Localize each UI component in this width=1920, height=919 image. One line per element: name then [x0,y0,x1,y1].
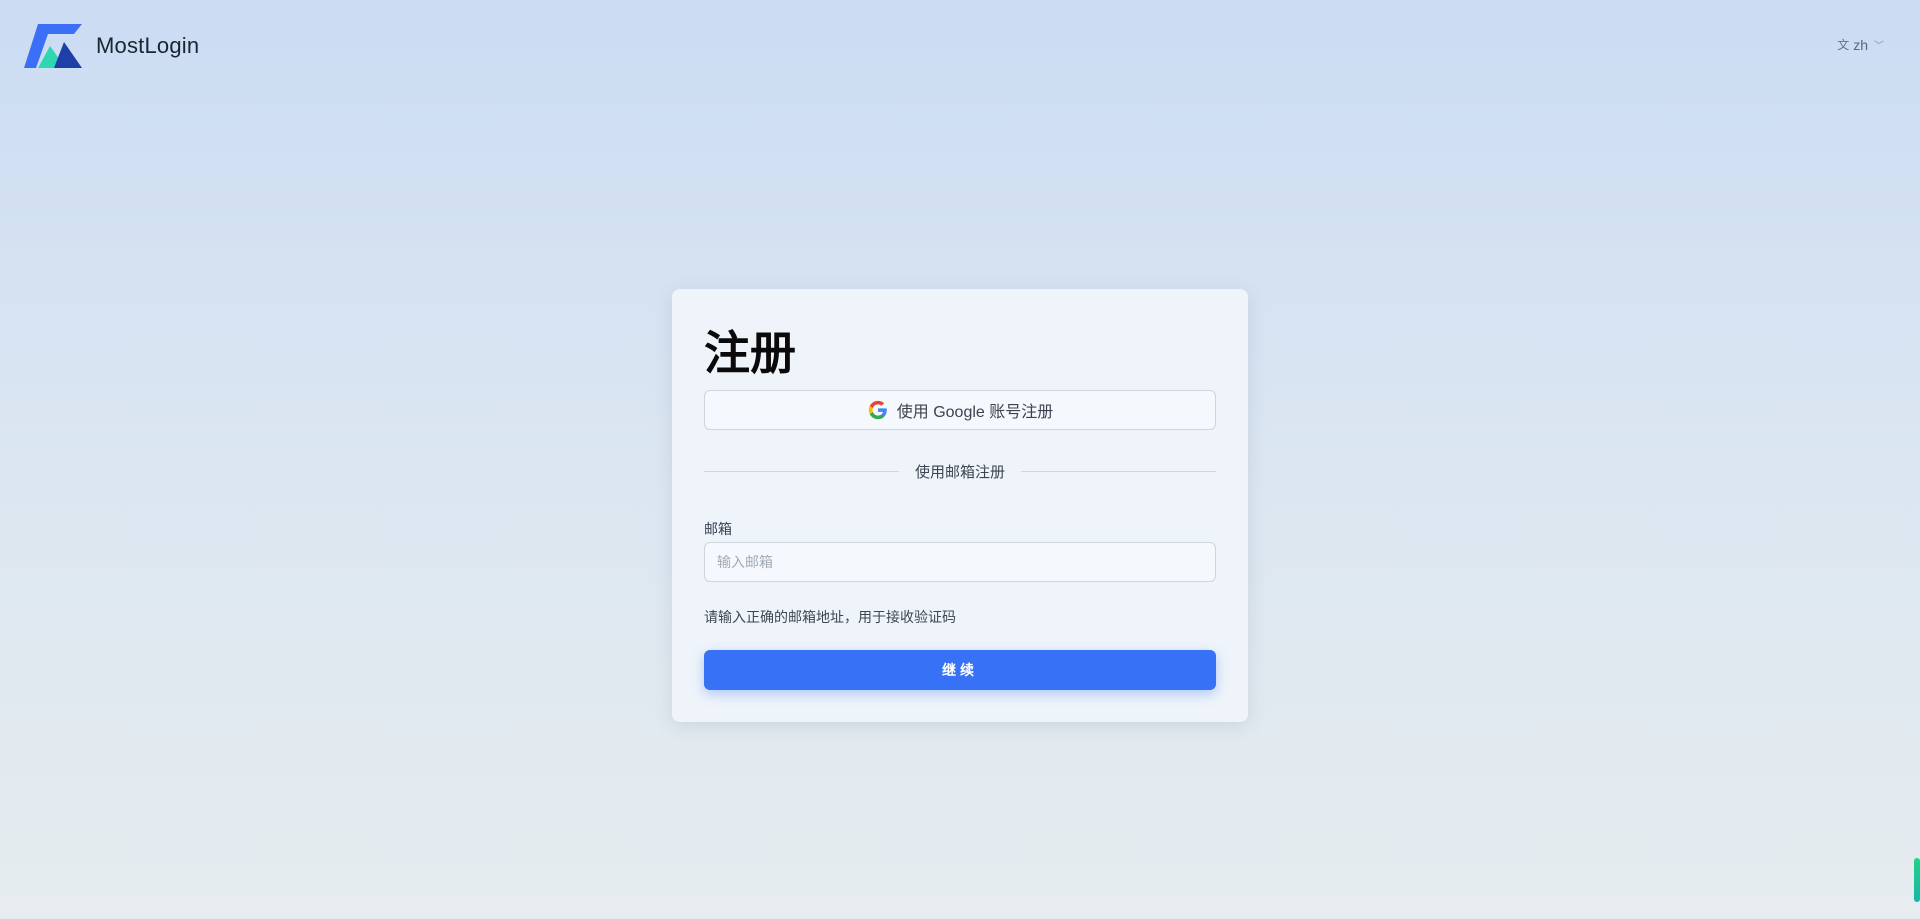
google-signup-button[interactable]: 使用 Google 账号注册 [704,390,1216,430]
divider-line-left [704,470,899,472]
email-input[interactable] [704,542,1216,582]
divider-label: 使用邮箱注册 [915,463,1006,481]
top-header: MostLogin 文 zh ﹀ [0,0,1920,96]
google-icon [868,400,887,420]
google-signup-label: 使用 Google 账号注册 [896,404,1054,421]
email-label: 邮箱 [704,521,732,537]
brand-name: MostLogin [96,33,200,58]
translate-icon: 文 [1837,38,1850,52]
email-hint: 请输入正确的邮箱地址，用于接收验证码 [704,609,956,625]
language-selector[interactable]: 文 zh ﹀ [1837,36,1884,53]
signup-card: 注册 使用 Google 账号注册 使用邮箱注册 邮箱 请输入正确的邮箱地址，用… [672,289,1248,722]
continue-button[interactable]: 继续 [704,650,1216,690]
email-divider: 使用邮箱注册 [704,461,1217,481]
mostlogin-logo-icon [24,24,82,68]
page-title: 注册 [704,326,796,380]
chevron-down-icon: ﹀ [1874,41,1884,52]
brand-logo[interactable]: MostLogin [24,24,199,68]
scroll-indicator [1914,858,1920,902]
divider-line-right [1021,470,1217,472]
language-code: zh [1853,36,1868,53]
